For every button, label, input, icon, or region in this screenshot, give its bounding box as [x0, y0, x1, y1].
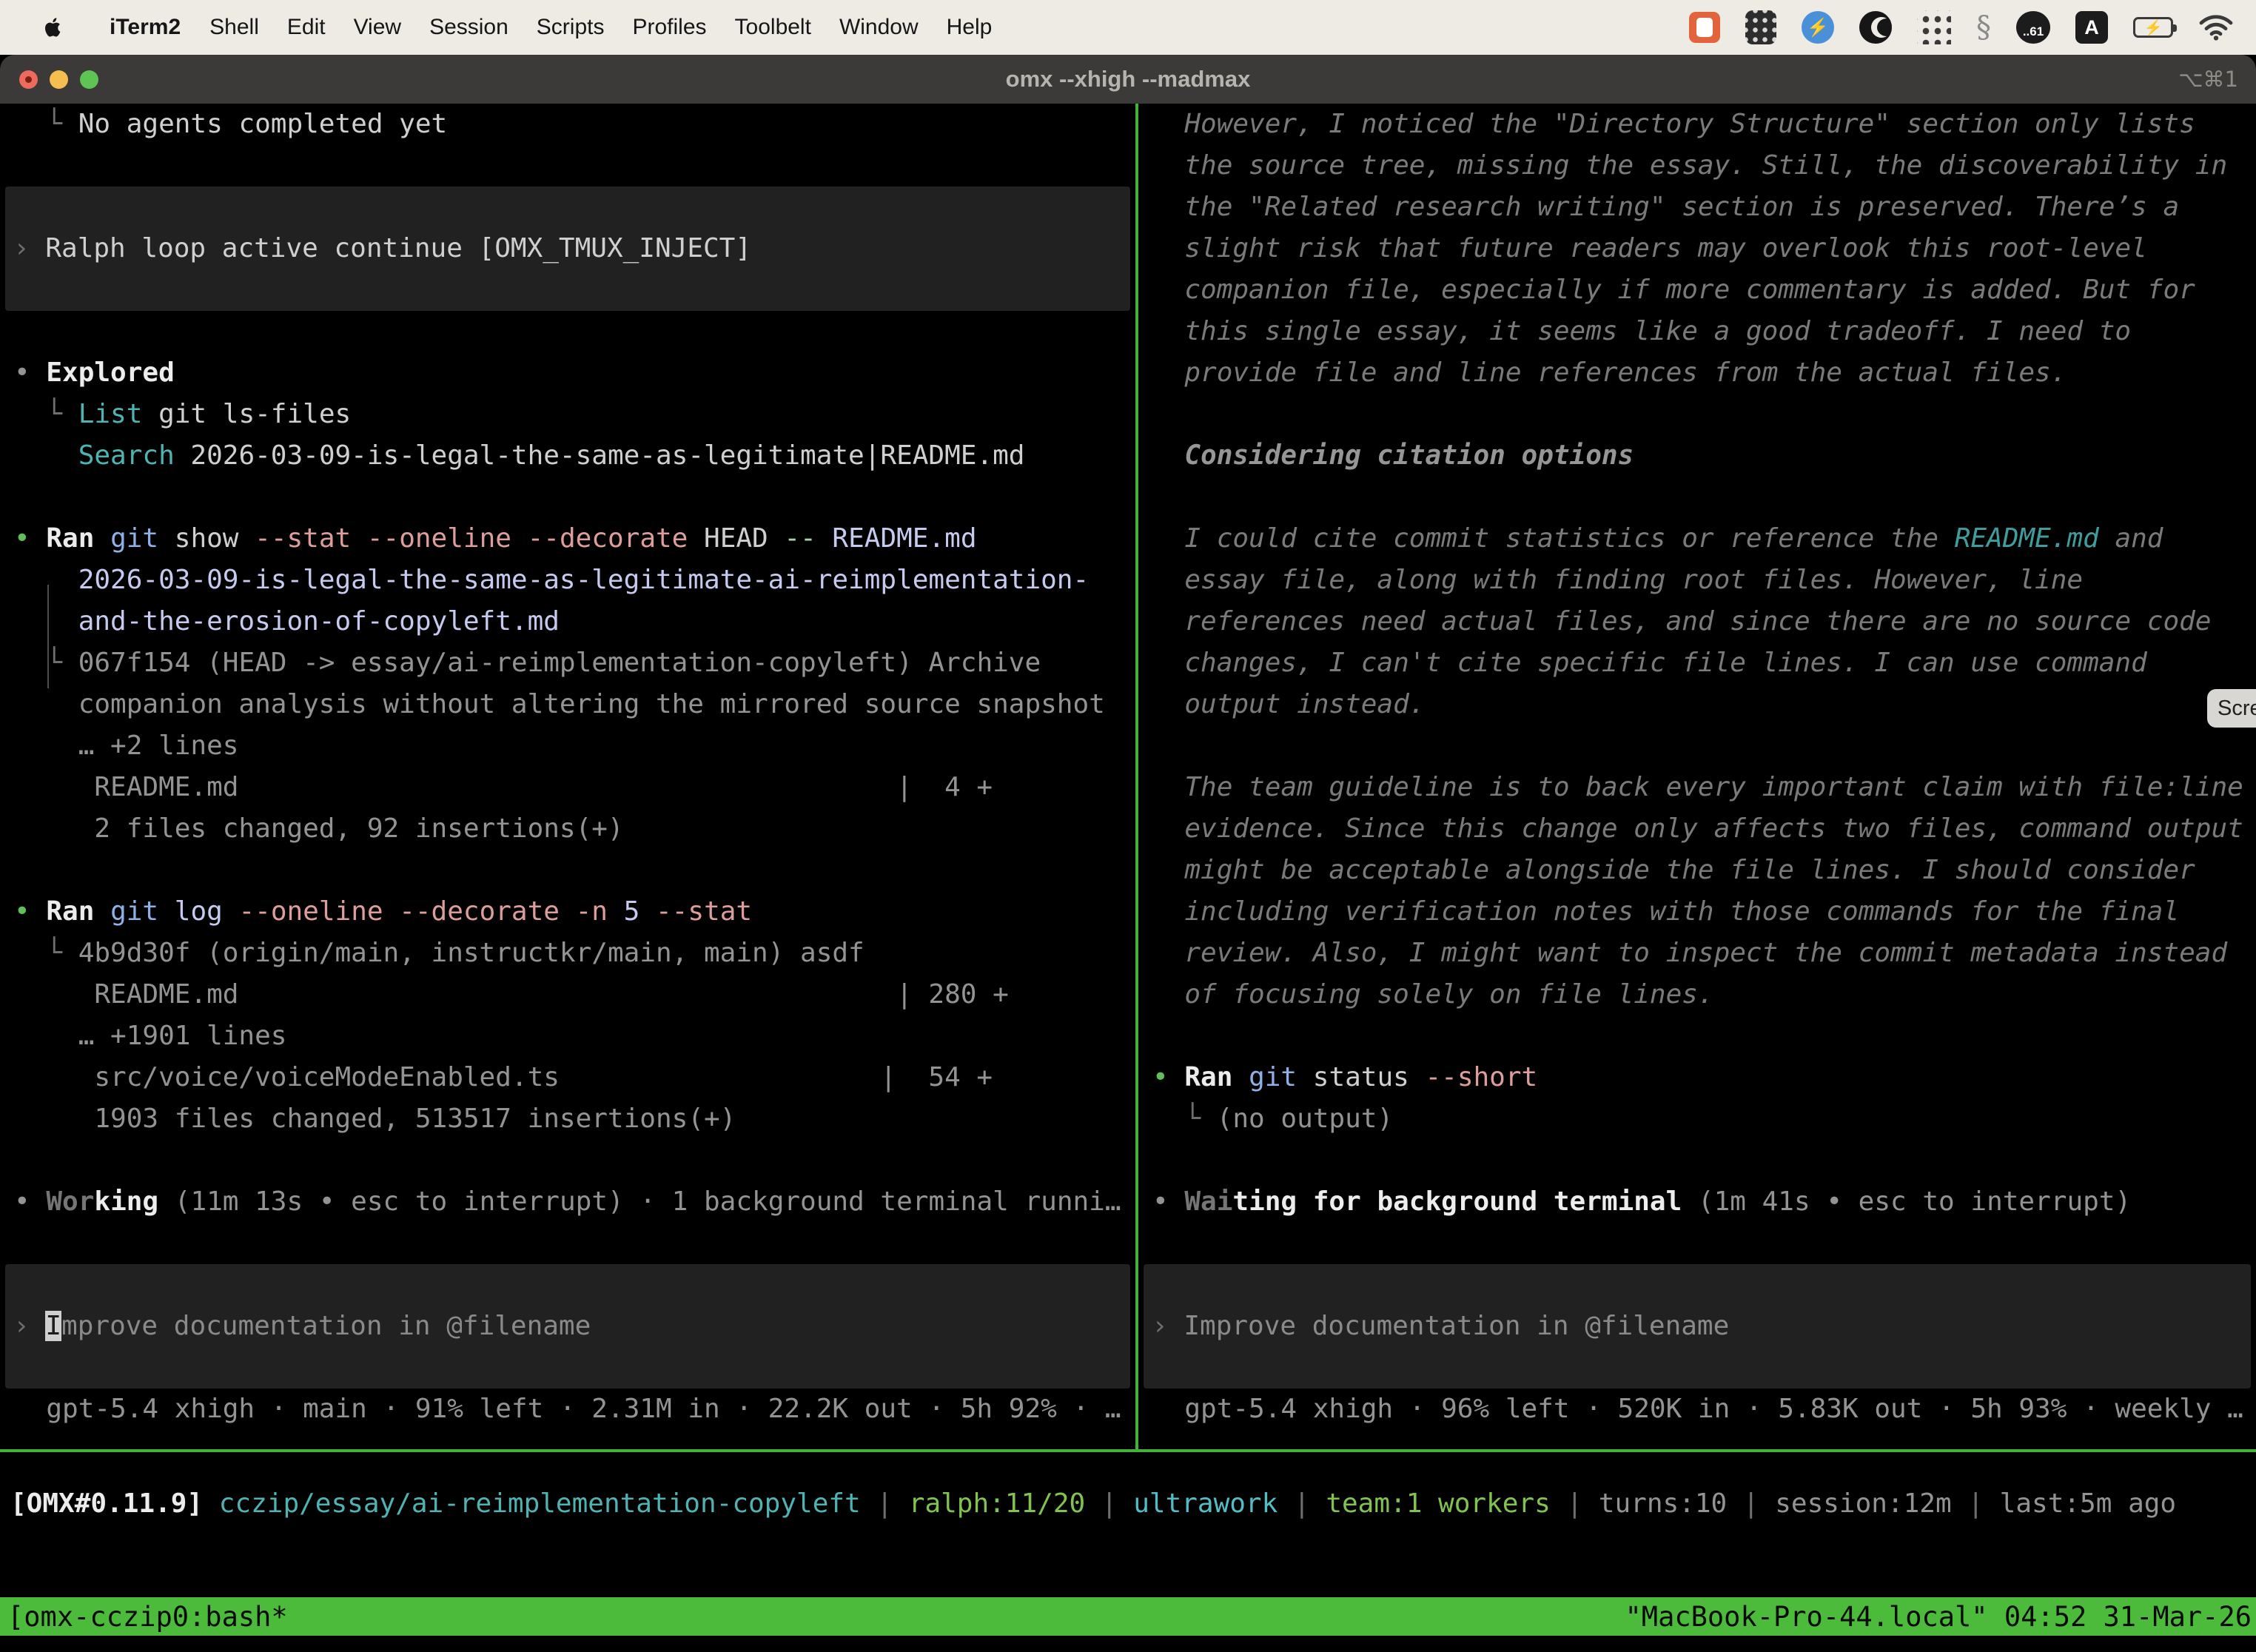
- tool-call-tree-guide: [47, 585, 49, 688]
- blue-bolt-badge-icon[interactable]: ⚡: [1802, 11, 1834, 44]
- screen-share-overlay-button[interactable]: Scre: [2207, 689, 2256, 728]
- omx-status-text: [OMX#0.11.9] cczip/essay/ai-reimplementa…: [0, 1483, 2256, 1525]
- right-terminal-pane[interactable]: However, I noticed the "Directory Struct…: [1138, 104, 2256, 1449]
- tmux-host-clock: "MacBook-Pro-44.local" 04:52 31-Mar-26: [1625, 1601, 2252, 1633]
- menu-item-session[interactable]: Session: [415, 15, 523, 39]
- iterm-window: omx --xhigh --madmax ⌥⌘1 └ No agents com…: [0, 55, 2256, 1652]
- wifi-icon[interactable]: [2198, 14, 2234, 41]
- ralph-loop-banner: › Ralph loop active continue [OMX_TMUX_I…: [5, 187, 1130, 311]
- section-squiggle-icon[interactable]: §: [1976, 10, 1991, 44]
- right-prompt-text: › Improve documentation in @filename: [1144, 1264, 2251, 1347]
- menu-item-profiles[interactable]: Profiles: [618, 15, 720, 39]
- dark-crescent-icon[interactable]: [1859, 11, 1892, 44]
- menu-items: ShellEditViewSessionScriptsProfilesToolb…: [195, 15, 1006, 40]
- menu-item-scripts[interactable]: Scripts: [523, 15, 619, 39]
- pane-bottom-border: [0, 1449, 2256, 1452]
- ralph-loop-text: › Ralph loop active continue [OMX_TMUX_I…: [5, 187, 1130, 269]
- menu-item-edit[interactable]: Edit: [273, 15, 340, 39]
- menu-item-toolbelt[interactable]: Toolbelt: [721, 15, 825, 39]
- dots-grid-icon[interactable]: [1917, 10, 1951, 44]
- left-terminal-pane[interactable]: └ No agents completed yet • Explored └ L…: [0, 104, 1135, 1449]
- omx-status-bar: [OMX#0.11.9] cczip/essay/ai-reimplementa…: [0, 1483, 2256, 1525]
- tmux-status-bar: [omx-cczip0:bash* "MacBook-Pro-44.local"…: [0, 1597, 2256, 1636]
- right-prompt-input[interactable]: › Improve documentation in @filename: [1144, 1264, 2251, 1389]
- timer-badge-icon[interactable]: ..61: [2016, 11, 2050, 44]
- input-source-a-icon[interactable]: A: [2075, 11, 2108, 44]
- battery-charging-icon[interactable]: ⚡: [2133, 17, 2173, 38]
- window-title: omx --xhigh --madmax: [0, 66, 2256, 93]
- tmux-session-label[interactable]: [omx-cczip0:bash*: [7, 1601, 288, 1633]
- menu-item-help[interactable]: Help: [933, 15, 1007, 39]
- menu-item-view[interactable]: View: [340, 15, 415, 39]
- left-prompt-input[interactable]: › Improve documentation in @filename: [5, 1264, 1130, 1389]
- menu-app-name[interactable]: iTerm2: [95, 15, 195, 40]
- window-titlebar[interactable]: omx --xhigh --madmax ⌥⌘1: [0, 55, 2256, 104]
- apple-logo-icon[interactable]: [40, 11, 70, 44]
- left-prompt-text: › Improve documentation in @filename: [5, 1264, 1130, 1347]
- menu-item-shell[interactable]: Shell: [195, 15, 273, 39]
- right-pane-output: However, I noticed the "Directory Struct…: [1138, 104, 2256, 1430]
- screen-recording-icon[interactable]: [1689, 12, 1720, 43]
- macos-menu-bar: iTerm2 ShellEditViewSessionScriptsProfil…: [0, 0, 2256, 55]
- menu-status-icons: ⚡ § ..61 A ⚡: [1689, 10, 2234, 44]
- terminal-panes: └ No agents completed yet • Explored └ L…: [0, 104, 2256, 1449]
- window-shortcut-badge: ⌥⌘1: [2178, 67, 2238, 92]
- keypad-shield-icon[interactable]: [1745, 10, 1776, 44]
- menu-item-window[interactable]: Window: [825, 15, 933, 39]
